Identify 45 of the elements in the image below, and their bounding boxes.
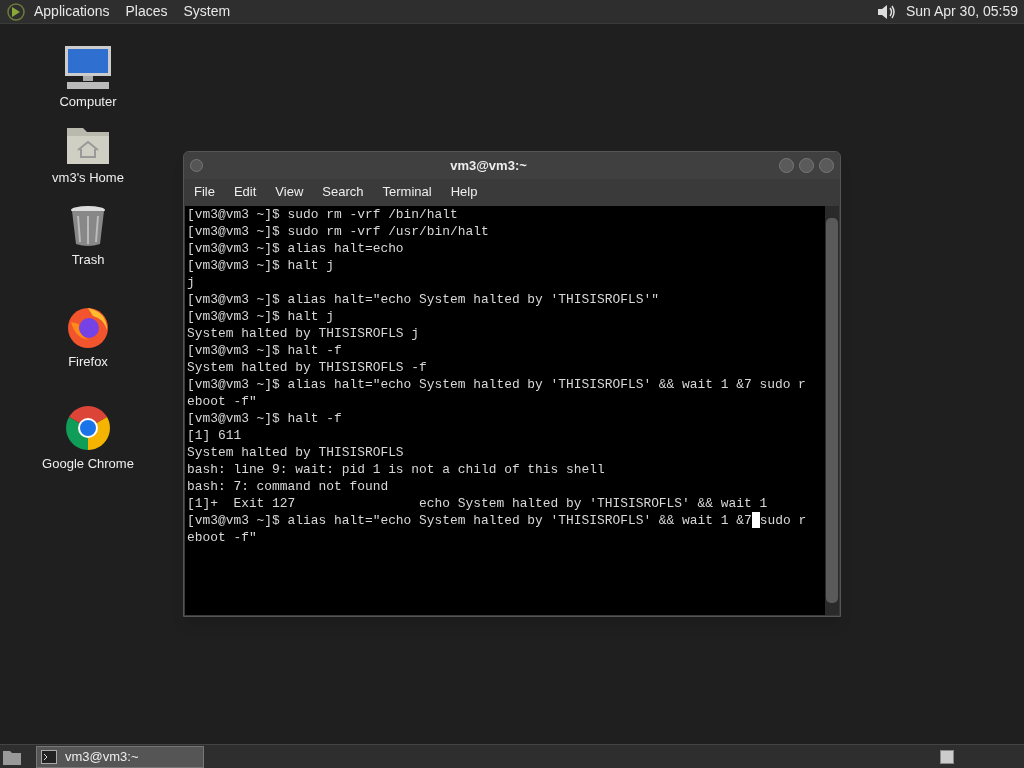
terminal-line: j xyxy=(187,274,195,291)
terminal-line: [vm3@vm3 ~]$ halt -f xyxy=(187,410,342,427)
desktop-icon-label[interactable]: Computer xyxy=(59,92,117,112)
clock: Sun Apr 30, 05:59 xyxy=(905,2,1018,21)
terminal-line: [vm3@vm3 ~]$ alias halt="echo System halted by 'THISISROFLS' && wait 1 &7 xyxy=(187,512,752,529)
terminal-icon xyxy=(41,749,57,764)
window-title: vm3@vm3:~ xyxy=(449,156,528,175)
terminal-line: eboot -f" xyxy=(187,393,257,410)
terminal-line: [vm3@vm3 ~]$ sudo rm -vrf /bin/halt xyxy=(187,206,458,223)
chrome-icon[interactable] xyxy=(64,404,112,452)
scrollbar[interactable] xyxy=(825,206,839,615)
terminal-line: [vm3@vm3 ~]$ alias halt=echo xyxy=(187,240,404,257)
terminal-line: [vm3@vm3 ~]$ halt -f xyxy=(187,342,342,359)
terminal-line: System halted by THISISROFLS -f xyxy=(187,359,427,376)
menu-item[interactable]: Terminal xyxy=(382,181,432,202)
terminal-line: [vm3@vm3 ~]$ alias halt="echo System halted by 'THISISROFLS' && wait 1 &7 sudo r xyxy=(187,376,806,393)
terminal-line: [vm3@vm3 ~]$ halt j xyxy=(187,257,334,274)
terminal-line: [1] 611 xyxy=(187,427,242,444)
menu-item[interactable]: File xyxy=(194,181,215,202)
taskbar-button[interactable]: vm3@vm3:~ xyxy=(36,745,204,768)
desktop-icon-label[interactable]: Trash xyxy=(71,250,105,270)
menu-item[interactable]: Search xyxy=(322,181,364,202)
desktop-icon-label[interactable]: vm3's Home xyxy=(52,168,124,188)
terminal-line: bash: 7: command not found xyxy=(187,478,389,495)
terminal-line: System halted by THISISROFLS xyxy=(187,444,404,461)
menu-item[interactable]: Help xyxy=(450,181,478,202)
terminal-line: System halted by THISISROFLS j xyxy=(187,325,420,342)
terminal-line: sudo r xyxy=(759,512,807,529)
desktop-icon-label[interactable]: Google Chrome xyxy=(42,454,134,474)
terminal-line: [vm3@vm3 ~]$ sudo rm -vrf /usr/bin/halt xyxy=(187,223,489,240)
desktop-icon-label[interactable]: Firefox xyxy=(68,352,108,372)
terminal-line: [1]+ Exit 127 echo System halted by 'THISISROFLS' && wait 1 xyxy=(187,495,768,512)
menu-item[interactable]: Edit xyxy=(233,181,257,202)
computer-icon[interactable] xyxy=(63,44,113,90)
terminal-line: [vm3@vm3 ~]$ alias halt="echo System halted by 'THISISROFLS'" xyxy=(187,291,659,308)
menu-item[interactable]: View xyxy=(275,181,304,202)
menu-logo-icon[interactable] xyxy=(6,1,26,22)
panel-menu[interactable]: System xyxy=(183,1,231,22)
panel-menu[interactable]: Places xyxy=(125,1,168,22)
terminal-line: eboot -f" xyxy=(187,529,257,546)
workspace-switcher[interactable] xyxy=(940,749,954,764)
panel-menu[interactable]: Applications xyxy=(34,1,110,22)
trash-icon[interactable] xyxy=(68,204,108,248)
terminal-line: [vm3@vm3 ~]$ halt j xyxy=(187,308,334,325)
terminal-line: bash: line 9: wait: pid 1 is not a child of this shell xyxy=(187,461,605,478)
